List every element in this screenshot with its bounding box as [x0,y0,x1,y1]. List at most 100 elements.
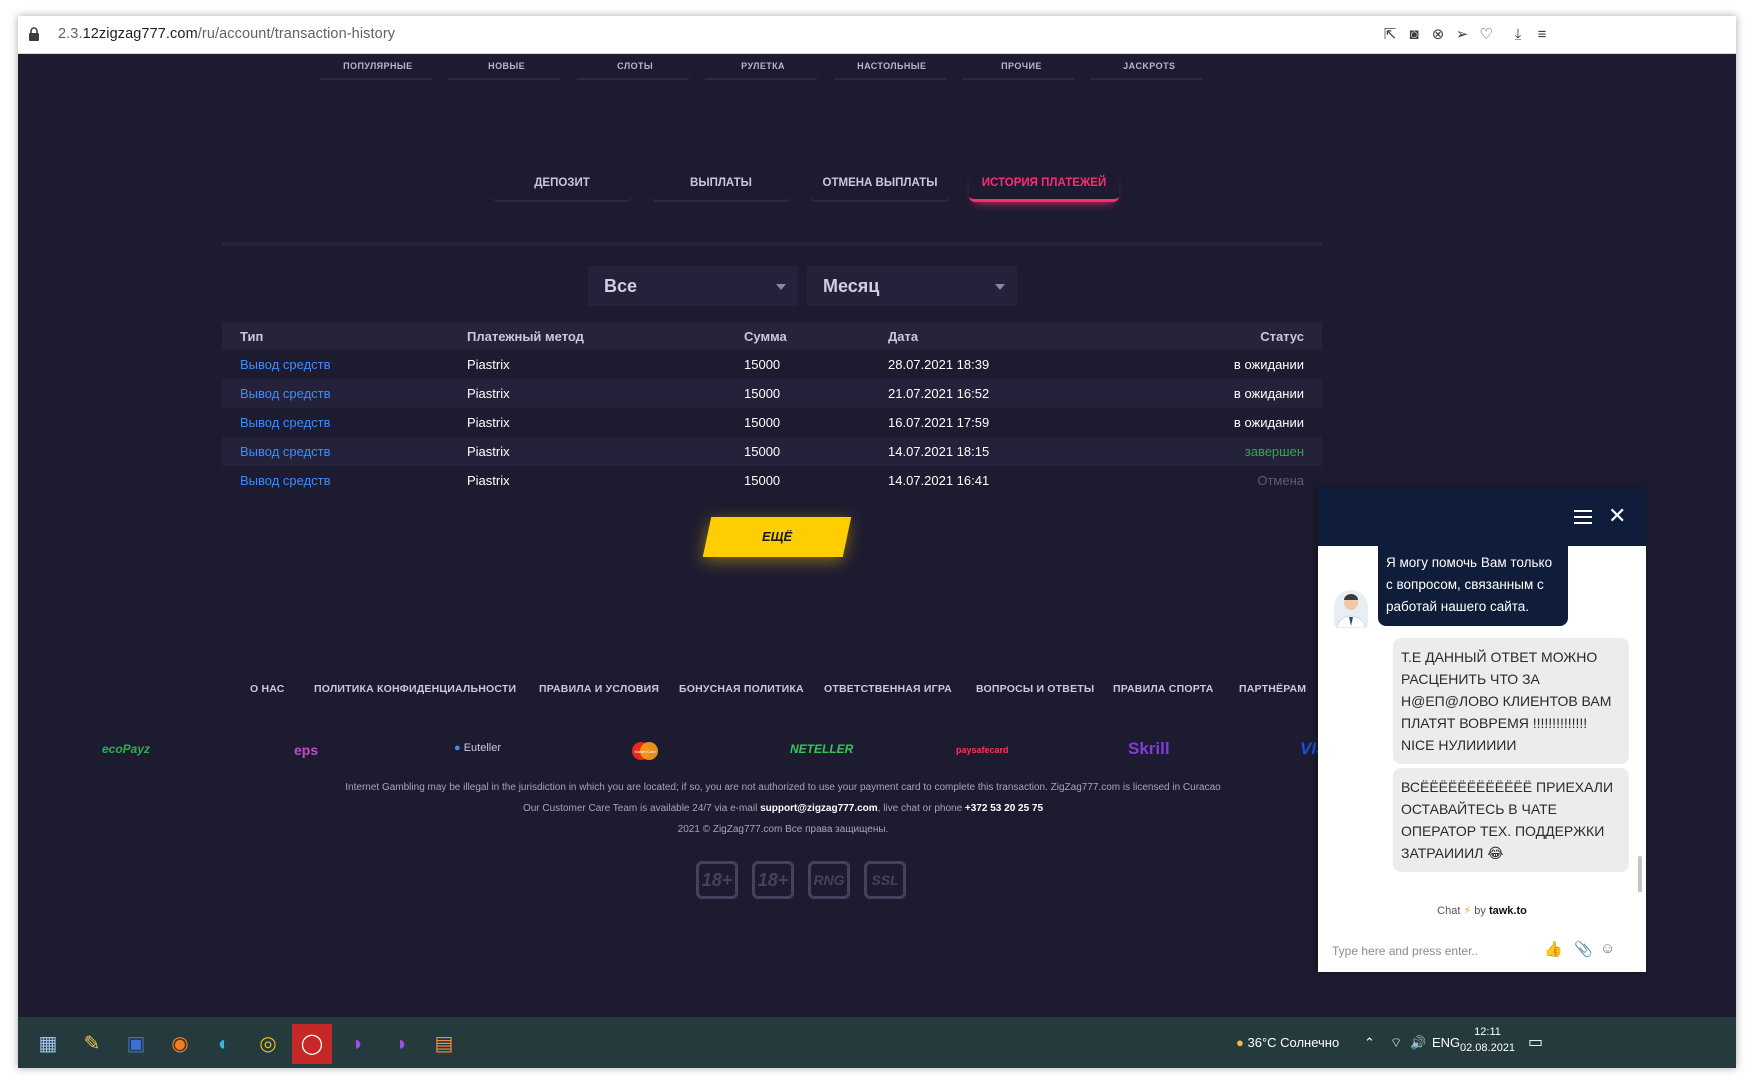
tab-withdrawals[interactable]: ВЫПЛАТЫ [651,168,791,202]
footer-link-faq[interactable]: ВОПРОСЫ И ОТВЕТЫ [976,683,1094,695]
footer-link-responsible[interactable]: ОТВЕТСТВЕННАЯ ИГРА [824,683,952,695]
transaction-type-link[interactable]: Вывод средств [240,350,331,379]
header-date: Дата [888,329,919,344]
period-filter-select[interactable]: Месяц [807,266,1017,306]
transaction-type-link[interactable]: Вывод средств [240,437,331,466]
user-message: ВСЁЁЁЁЁЁЁЁЁЁЁЁ ПРИЕХАЛИ ОСТАВАЙТЕСЬ В ЧА… [1393,768,1629,872]
tab-cancel-withdrawal[interactable]: ОТМЕНА ВЫПЛАТЫ [810,168,950,202]
status: в ожидании [1233,357,1304,372]
transaction-type-link[interactable]: Вывод средств [240,379,331,408]
payment-method: Piastrix [467,473,510,488]
footer-link-sport-rules[interactable]: ПРАВИЛА СПОРТА [1113,683,1214,695]
payment-method: Piastrix [467,444,510,459]
url-text[interactable]: 2.3.12zigzag777.com/ru/account/transacti… [58,26,395,42]
age-18-badge: 18+ [696,861,738,899]
camera-icon[interactable]: ◙ [1404,25,1424,45]
attachment-icon[interactable]: 📎 [1574,940,1593,958]
hamburger-menu-icon[interactable] [1574,510,1592,524]
age-18-badge: 18+ [752,861,794,899]
weather-widget[interactable]: ● 36°C Солнечно [1236,1017,1339,1068]
opera-icon[interactable]: ◯ [292,1024,332,1064]
send-icon[interactable]: ➢ [1452,25,1472,45]
table-row: Вывод средств Piastrix 15000 16.07.2021 … [222,408,1322,437]
rng-certified-badge: RNG [808,861,850,899]
category-other[interactable]: ПРОЧИЕ [962,54,1080,80]
heart-icon[interactable]: ♡ [1476,25,1496,45]
url-path: /ru/account/transaction-history [197,26,396,42]
tor-browser-icon[interactable]: ◑ [336,1024,376,1064]
agent-avatar [1334,590,1368,628]
footer-link-privacy[interactable]: ПОЛИТИКА КОНФИДЕНЦИАЛЬНОСТИ [314,683,516,695]
game-category-nav: ПОПУЛЯРНЫЕ НОВЫЕ СЛОТЫ РУЛЕТКА НАСТОЛЬНЫ… [18,54,1736,84]
volume-icon[interactable]: 🔊 [1410,1017,1426,1068]
edge-icon[interactable]: ◐ [204,1024,244,1064]
tor-browser-icon[interactable]: ◑ [380,1024,420,1064]
header-amount: Сумма [744,329,787,344]
footer-link-bonus[interactable]: БОНУСНАЯ ПОЛИТИКА [679,683,804,695]
presentation-app-icon[interactable]: ▤ [424,1024,464,1064]
category-jackpots[interactable]: JACKPOTS [1090,54,1208,80]
payment-method: Piastrix [467,386,510,401]
menu-icon[interactable]: ≡ [1532,25,1552,45]
close-icon[interactable]: ✕ [1608,504,1626,528]
category-table[interactable]: НАСТОЛЬНЫЕ [833,54,951,80]
footer-link-terms[interactable]: ПРАВИЛА И УСЛОВИЯ [539,683,659,695]
floppy-save-icon[interactable]: ▣ [116,1024,156,1064]
status: завершен [1244,444,1304,459]
amount: 15000 [744,444,781,459]
thumbs-up-icon[interactable]: 👍 [1544,940,1563,958]
footer-nav: О НАС ПОЛИТИКА КОНФИДЕНЦИАЛЬНОСТИ ПРАВИЛ… [18,683,1318,703]
notifications-icon[interactable]: ▭ [1528,1017,1543,1068]
sun-icon: ● [1236,1035,1244,1050]
transaction-type-link[interactable]: Вывод средств [240,466,331,495]
table-row: Вывод средств Piastrix 15000 14.07.2021 … [222,466,1322,495]
category-slots[interactable]: СЛОТЫ [576,54,694,80]
transaction-type-link[interactable]: Вывод средств [240,408,331,437]
category-popular[interactable]: ПОПУЛЯРНЫЕ [319,54,437,80]
caret-down-icon [995,284,1005,290]
footer-link-about[interactable]: О НАС [250,683,285,695]
load-more-button[interactable]: ЕЩЁ [702,517,852,557]
footer-link-partners[interactable]: ПАРТНЁРАМ [1239,683,1306,695]
tab-payment-history[interactable]: ИСТОРИЯ ПЛАТЕЖЕЙ [969,168,1119,202]
ssl-badge: SSL [864,861,906,899]
chat-input[interactable]: Type here and press enter.. [1332,944,1478,958]
amount: 15000 [744,415,781,430]
chrome-icon[interactable]: ◎ [248,1024,288,1064]
paint-icon[interactable]: ✎ [72,1024,112,1064]
paysafecard-logo: paysafecard [956,745,1009,755]
euteller-logo: ● Euteller [454,742,502,754]
neteller-logo: NETELLER [790,742,854,756]
address-bar[interactable]: 2.3.12zigzag777.com/ru/account/transacti… [18,16,1736,54]
amount: 15000 [744,386,781,401]
category-roulette[interactable]: РУЛЕТКА [704,54,822,80]
date: 28.07.2021 18:39 [888,357,990,372]
support-phone: +372 53 20 25 75 [964,803,1044,814]
date: 14.07.2021 18:15 [888,444,990,459]
table-row: Вывод средств Piastrix 15000 28.07.2021 … [222,350,1322,379]
clock[interactable]: 12:11 02.08.2021 [1460,1024,1515,1056]
download-icon[interactable]: ⤓ [1508,25,1528,45]
block-icon[interactable]: ⊗ [1428,25,1448,45]
emoji-icon[interactable]: ☺ [1600,940,1615,957]
calculator-icon[interactable]: ▦ [28,1024,68,1064]
powered-by-tawk[interactable]: Chat ⚡ by tawk.to [1318,904,1646,917]
payment-method: Piastrix [467,357,510,372]
globe-icon: ● [454,742,461,754]
tab-deposit[interactable]: ДЕПОЗИТ [492,168,632,202]
firefox-icon[interactable]: ◉ [160,1024,200,1064]
url-prefix: 2.3. [58,26,83,42]
chevron-up-icon[interactable]: ⌃ [1364,1017,1375,1068]
type-filter-select[interactable]: Все [588,266,798,306]
category-new[interactable]: НОВЫЕ [447,54,565,80]
support-email[interactable]: support@zigzag777.com [760,803,878,814]
status: Отмена [1257,473,1304,488]
amount: 15000 [744,357,781,372]
share-icon[interactable]: ⇱ [1380,25,1400,45]
table-row: Вывод средств Piastrix 15000 14.07.2021 … [222,437,1322,466]
eps-logo: eps [294,742,319,758]
wifi-icon: ⌔ [1390,1035,1403,1050]
language-indicator[interactable]: ENG [1432,1017,1460,1068]
chat-scrollbar[interactable] [1638,856,1642,892]
status: в ожидании [1233,386,1304,401]
